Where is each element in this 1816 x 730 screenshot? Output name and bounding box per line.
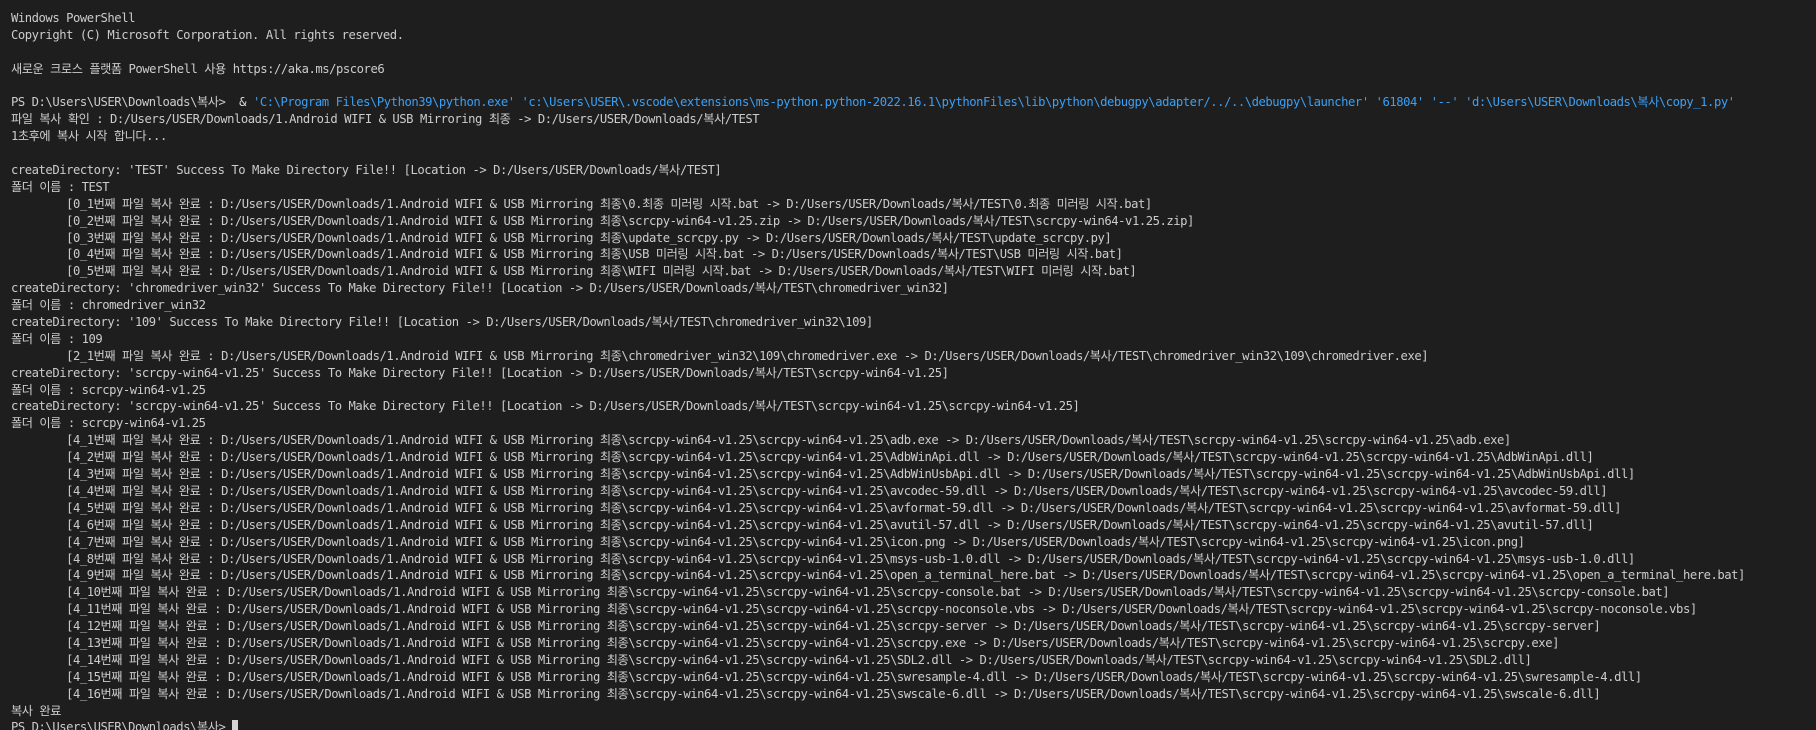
output-line: createDirectory: 'TEST' Success To Make … xyxy=(11,163,722,178)
final-prompt-line[interactable]: PS D:\Users\USER\Downloads\복사> xyxy=(11,719,1816,730)
output-line: [4_11번째 파일 복사 완료 : D:/Users/USER/Downloa… xyxy=(11,602,1697,617)
output-line: [4_3번째 파일 복사 완료 : D:/Users/USER/Download… xyxy=(11,467,1635,482)
output-line: [0_1번째 파일 복사 완료 : D:/Users/USER/Download… xyxy=(11,196,1152,211)
output-line: 폴더 이름 : TEST xyxy=(11,179,110,194)
output-line: [4_12번째 파일 복사 완료 : D:/Users/USER/Downloa… xyxy=(11,619,1601,634)
output-line: 폴더 이름 : 109 xyxy=(11,331,103,346)
output-line: 복사 완료 xyxy=(11,703,61,718)
output-line: 폴더 이름 : chromedriver_win32 xyxy=(11,298,206,313)
script-output: 파일 복사 확인 : D:/Users/USER/Downloads/1.And… xyxy=(11,111,1816,719)
text-cursor xyxy=(232,720,239,730)
output-line: [4_5번째 파일 복사 완료 : D:/Users/USER/Download… xyxy=(11,500,1621,515)
output-line: 폴더 이름 : scrcpy-win64-v1.25 xyxy=(11,382,206,397)
output-line: [4_9번째 파일 복사 완료 : D:/Users/USER/Download… xyxy=(11,568,1745,583)
header-line xyxy=(11,44,1816,61)
command-line: PS D:\Users\USER\Downloads\복사> & 'C:\Pro… xyxy=(11,94,1816,111)
output-line: 1초후에 복사 시작 합니다... xyxy=(11,129,167,144)
output-line: [4_14번째 파일 복사 완료 : D:/Users/USER/Downloa… xyxy=(11,652,1532,667)
output-line: [0_4번째 파일 복사 완료 : D:/Users/USER/Download… xyxy=(11,247,1123,262)
output-line: [4_8번째 파일 복사 완료 : D:/Users/USER/Download… xyxy=(11,551,1635,566)
command-arguments: 'C:\Program Files\Python39\python.exe' '… xyxy=(252,95,1735,110)
output-line: [2_1번째 파일 복사 완료 : D:/Users/USER/Download… xyxy=(11,348,1429,363)
header-line xyxy=(11,78,1816,95)
output-line: createDirectory: 'scrcpy-win64-v1.25' Su… xyxy=(11,399,1080,414)
output-line: [4_16번째 파일 복사 완료 : D:/Users/USER/Downloa… xyxy=(11,686,1601,701)
output-line: [4_7번째 파일 복사 완료 : D:/Users/USER/Download… xyxy=(11,534,1525,549)
output-line: [4_10번째 파일 복사 완료 : D:/Users/USER/Downloa… xyxy=(11,585,1670,600)
output-line: createDirectory: 'chromedriver_win32' Su… xyxy=(11,281,949,296)
output-line: [4_6번째 파일 복사 완료 : D:/Users/USER/Download… xyxy=(11,517,1594,532)
terminal-output[interactable]: Windows PowerShell Copyright (C) Microsof… xyxy=(0,0,1816,730)
output-line: [4_13번째 파일 복사 완료 : D:/Users/USER/Downloa… xyxy=(11,635,1559,650)
output-line: [0_2번째 파일 복사 완료 : D:/Users/USER/Download… xyxy=(11,213,1194,228)
header-line: 새로운 크로스 플랫폼 PowerShell 사용 https://aka.ms… xyxy=(11,61,385,76)
command-operator: & xyxy=(232,95,253,110)
output-line: createDirectory: '109' Success To Make D… xyxy=(11,315,873,330)
output-line: [4_2번째 파일 복사 완료 : D:/Users/USER/Download… xyxy=(11,450,1594,465)
output-line: [4_4번째 파일 복사 완료 : D:/Users/USER/Download… xyxy=(11,483,1608,498)
output-line: [0_3번째 파일 복사 완료 : D:/Users/USER/Download… xyxy=(11,230,1112,245)
output-line: [4_15번째 파일 복사 완료 : D:/Users/USER/Downloa… xyxy=(11,669,1642,684)
terminal-header: Windows PowerShell Copyright (C) Microsof… xyxy=(11,10,1816,94)
command-prompt: PS D:\Users\USER\Downloads\복사> xyxy=(11,95,233,110)
output-line: [0_5번째 파일 복사 완료 : D:/Users/USER/Download… xyxy=(11,264,1137,279)
header-line: Windows PowerShell xyxy=(11,11,135,25)
output-line: 폴더 이름 : scrcpy-win64-v1.25 xyxy=(11,416,206,431)
header-line: Copyright (C) Microsoft Corporation. All… xyxy=(11,27,404,42)
output-line: [4_1번째 파일 복사 완료 : D:/Users/USER/Download… xyxy=(11,433,1511,448)
final-prompt: PS D:\Users\USER\Downloads\복사> xyxy=(11,720,233,730)
output-line: createDirectory: 'scrcpy-win64-v1.25' Su… xyxy=(11,365,949,380)
output-line: 파일 복사 확인 : D:/Users/USER/Downloads/1.And… xyxy=(11,112,760,127)
